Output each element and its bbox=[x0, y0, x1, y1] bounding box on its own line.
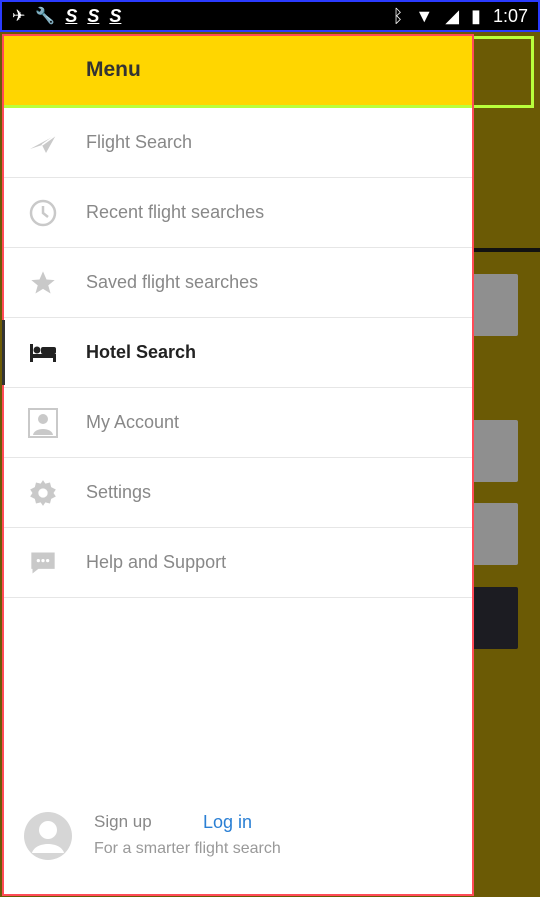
log-in-link[interactable]: Log in bbox=[203, 812, 252, 833]
menu-item-recent-searches[interactable]: Recent flight searches bbox=[4, 178, 472, 248]
history-clock-icon bbox=[26, 197, 60, 229]
battery-icon: ▮ bbox=[471, 5, 481, 26]
menu-list: Flight Search Recent flight searches Sav… bbox=[2, 108, 472, 598]
bluetooth-icon: ᛒ bbox=[392, 5, 404, 26]
app-notification-icon: S bbox=[87, 5, 100, 26]
menu-item-settings[interactable]: Settings bbox=[4, 458, 472, 528]
menu-item-label: Recent flight searches bbox=[86, 202, 265, 222]
wifi-icon: ▼ bbox=[415, 5, 434, 26]
menu-item-label: Settings bbox=[86, 482, 152, 502]
wrench-icon: 🔧 bbox=[35, 8, 56, 25]
sign-up-link[interactable]: Sign up bbox=[94, 812, 152, 832]
gear-icon bbox=[26, 477, 60, 509]
menu-item-label: Flight Search bbox=[86, 132, 193, 152]
status-bar-left: ✈ 🔧 S S S bbox=[12, 6, 121, 27]
background-block bbox=[472, 420, 518, 482]
background-block bbox=[472, 503, 518, 565]
status-bar-right: ᛒ ▼ ◢ ▮ 1:07 bbox=[393, 6, 528, 27]
menu-item-label: Hotel Search bbox=[86, 342, 197, 362]
background-block bbox=[472, 587, 518, 649]
app-notification-icon: S bbox=[65, 5, 78, 26]
person-icon bbox=[26, 407, 60, 439]
tagline: For a smarter flight search bbox=[94, 840, 281, 857]
menu-item-my-account[interactable]: My Account bbox=[4, 388, 472, 458]
menu-item-help-support[interactable]: Help and Support bbox=[4, 528, 472, 598]
menu-item-hotel-search[interactable]: Hotel Search bbox=[2, 318, 472, 388]
menu-item-label: Saved flight searches bbox=[86, 272, 259, 292]
signal-icon: ◢ bbox=[445, 5, 460, 26]
drawer-footer: Sign up Log in For a smarter flight sear… bbox=[4, 802, 472, 872]
menu-item-saved-searches[interactable]: Saved flight searches bbox=[4, 248, 472, 318]
background-app bbox=[472, 32, 540, 897]
notification-icon: ✈ bbox=[12, 8, 26, 25]
menu-item-flight-search[interactable]: Flight Search bbox=[4, 108, 472, 178]
background-divider bbox=[472, 248, 540, 252]
status-bar: ✈ 🔧 S S S ᛒ ▼ ◢ ▮ 1:07 bbox=[0, 0, 540, 32]
drawer-header: Menu bbox=[4, 36, 472, 108]
star-icon bbox=[26, 267, 60, 299]
menu-item-label: Help and Support bbox=[86, 552, 227, 572]
navigation-drawer: Menu Flight Search Recent flight searche… bbox=[2, 34, 474, 896]
menu-item-label: My Account bbox=[86, 412, 180, 432]
drawer-title: Menu bbox=[86, 58, 141, 81]
avatar-icon[interactable] bbox=[22, 810, 74, 862]
background-app-header bbox=[472, 36, 534, 108]
background-block bbox=[472, 274, 518, 336]
chat-bubble-icon bbox=[26, 547, 60, 579]
bed-icon bbox=[26, 337, 60, 369]
app-notification-icon: S bbox=[109, 5, 122, 26]
plane-icon bbox=[26, 127, 60, 159]
clock: 1:07 bbox=[492, 5, 528, 26]
